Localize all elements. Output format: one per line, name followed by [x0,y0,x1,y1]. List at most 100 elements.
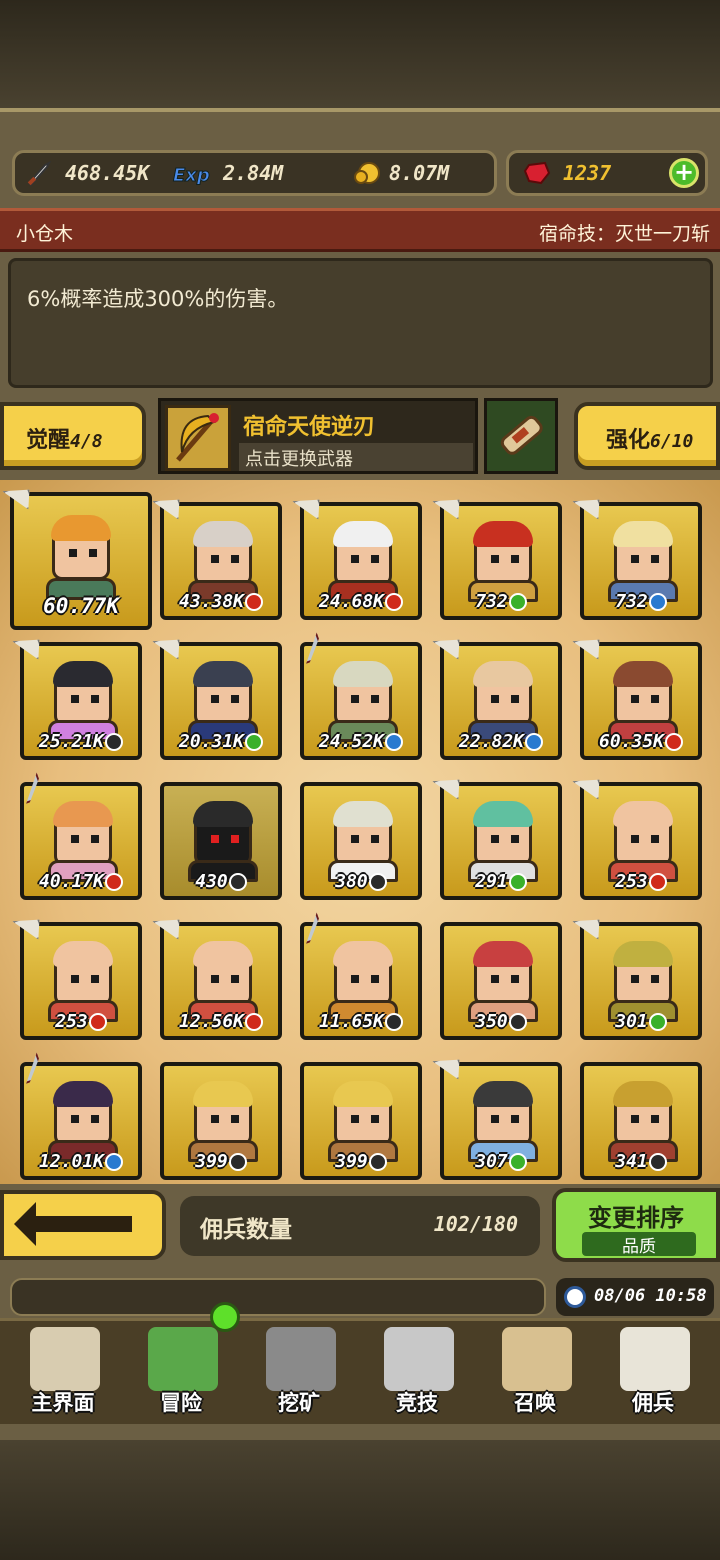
nav-item-crossed-swords[interactable]: 竞技 [358,1321,476,1427]
scythe-icon [165,405,231,471]
paper-flag-icon [152,492,185,525]
portrait-eye [631,835,639,843]
mercenary-power: 43.38K [164,591,278,612]
gold-value: 8.07M [389,161,450,185]
mercenary-card[interactable]: 12.01K [20,1062,142,1180]
nav-item-island[interactable]: 冒险 [122,1321,240,1427]
mercenary-power: 732 [584,591,698,612]
nav-item-scroll[interactable]: 召唤 [476,1321,594,1427]
portrait-eye [211,835,219,843]
portrait-eye [511,1115,519,1123]
nav-label: 主界面 [31,1391,95,1415]
mercenary-card[interactable]: 399 [160,1062,282,1180]
mercenary-card[interactable]: 307 [440,1062,562,1180]
paper-flag-icon [572,912,605,945]
class-badge-icon [105,873,124,891]
portrait-eye [71,975,79,983]
portrait-hair [613,941,673,967]
mercenary-card[interactable]: 291 [440,782,562,900]
mercenary-portrait [53,661,113,726]
mercenary-card[interactable]: 60.77K [10,492,152,630]
mercenary-power-value: 350 [475,1011,508,1032]
portrait-eye [91,835,99,843]
mercenary-card[interactable]: 341 [580,1062,702,1180]
nav-item-pickaxe[interactable]: 挖矿 [240,1321,358,1427]
mercenary-card[interactable]: 22.82K [440,642,562,760]
tent-icon [620,1327,690,1391]
mercenary-card[interactable]: 350 [440,922,562,1040]
mercenary-portrait [193,801,253,866]
portrait-eye [651,695,659,703]
mercenary-power-value: 301 [615,1011,648,1032]
mercenary-card[interactable]: 60.35K [580,642,702,760]
bottom-nav: 主界面 冒险 挖矿 竞技 召唤 佣兵 [0,1318,720,1424]
mercenary-card[interactable]: 25.21K [20,642,142,760]
mercenary-card[interactable]: 380 [300,782,422,900]
gem-value: 1237 [563,161,612,185]
portrait-eye [71,835,79,843]
pickaxe-icon [266,1327,336,1391]
mercenary-power-value: 12.01K [38,1151,105,1172]
awaken-button[interactable]: 觉醒4/8 [0,402,146,470]
mercenary-portrait [473,941,533,1006]
sword-flag-icon [12,772,45,805]
mercenary-portrait [193,1081,253,1146]
mercenary-card[interactable]: 24.52K [300,642,422,760]
class-badge-icon [648,1013,667,1031]
adventure-notification-dot [210,1302,240,1332]
mercenary-power-value: 430 [195,871,228,892]
mercenary-power: 399 [164,1151,278,1172]
mercenary-portrait [613,1081,673,1146]
scroll-icon[interactable] [484,398,558,474]
mercenary-card[interactable]: 301 [580,922,702,1040]
enhance-button[interactable]: 强化6/10 [574,402,720,470]
mercenary-power: 11.65K [304,1011,418,1032]
mercenary-card[interactable]: 24.68K [300,502,422,620]
portrait-eye [631,695,639,703]
class-badge-icon [385,593,404,611]
paper-flag-icon [432,632,465,665]
portrait-eye [211,1115,219,1123]
mercenary-card[interactable]: 732 [580,502,702,620]
portrait-eye [231,1115,239,1123]
mercenary-card[interactable]: 399 [300,1062,422,1180]
mercenary-card[interactable]: 12.56K [160,922,282,1040]
nav-item-tent[interactable]: 佣兵 [594,1321,712,1427]
portrait-eye [631,1115,639,1123]
top-background [0,0,720,110]
paper-flag-icon [572,772,605,805]
mercenary-power-value: 20.31K [178,731,245,752]
portrait-hair [473,1081,533,1107]
mercenary-card[interactable]: 253 [20,922,142,1040]
mercenary-portrait [193,941,253,1006]
add-gems-button[interactable]: + [669,158,699,188]
mercenary-card[interactable]: 20.31K [160,642,282,760]
portrait-eye [651,1115,659,1123]
weapon-slot[interactable]: 宿命天使逆刃 点击更换武器 [158,398,478,474]
mercenary-card[interactable]: 732 [440,502,562,620]
mercenary-power: 24.52K [304,731,418,752]
bottom-background [0,1440,720,1560]
portrait-eye [631,975,639,983]
portrait-eye [89,549,97,557]
portrait-hair [473,521,533,547]
nav-item-map[interactable]: 主界面 [4,1321,122,1427]
class-badge-icon [368,1153,387,1171]
portrait-eye [491,1115,499,1123]
sort-button[interactable]: 变更排序 品质 [552,1188,720,1262]
sword-flag-icon [12,1052,45,1085]
mercenary-power-value: 24.68K [318,591,385,612]
mercenary-card[interactable]: 40.17K [20,782,142,900]
class-badge-icon [508,593,527,611]
mercenary-power-value: 399 [195,1151,228,1172]
mercenary-power: 60.35K [584,731,698,752]
class-badge-icon [385,1013,404,1031]
mercenary-card[interactable]: 253 [580,782,702,900]
back-button[interactable] [0,1190,166,1260]
portrait-eye [351,695,359,703]
portrait-eye [491,835,499,843]
mercenary-card[interactable]: 11.65K [300,922,422,1040]
mercenary-card[interactable]: 43.38K [160,502,282,620]
mercenary-card[interactable]: 430 [160,782,282,900]
svg-text:Exp: Exp [173,165,210,186]
